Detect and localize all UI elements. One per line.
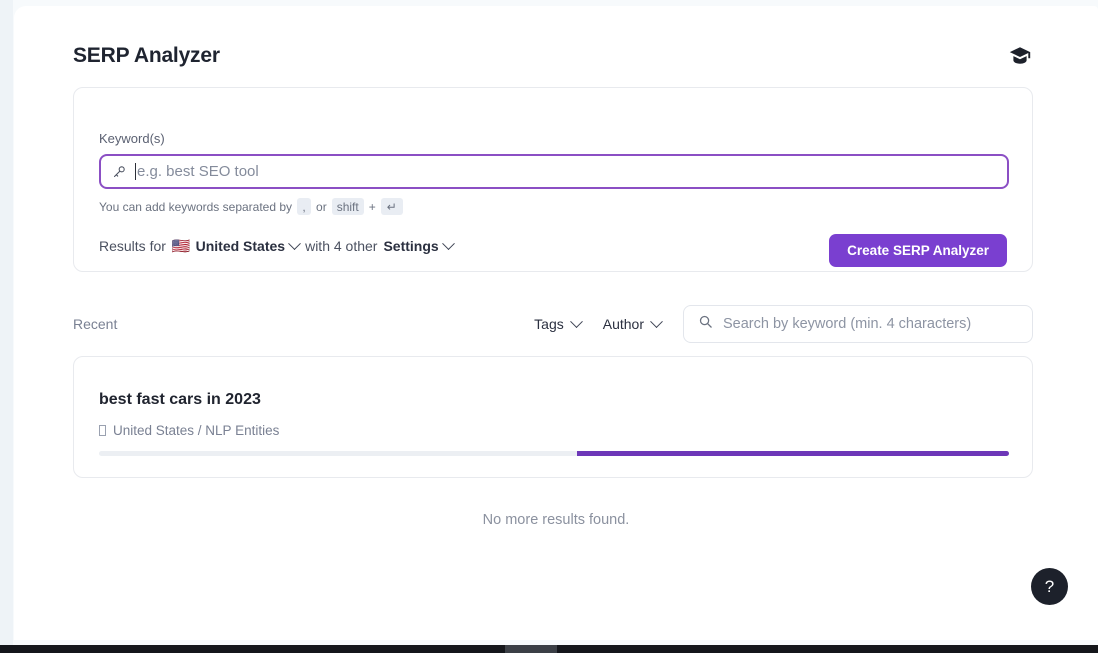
tags-filter-dropdown[interactable]: Tags [534,314,583,332]
keyword-field-label: Keyword(s) [99,131,165,146]
tags-filter-label: Tags [534,316,564,332]
us-flag-icon: 🇺🇸 [171,237,191,255]
country-selector[interactable]: 🇺🇸 United States [171,236,301,255]
result-card[interactable]: best fast cars in 2023 United States / N… [73,356,1033,478]
search-icon [698,314,713,334]
recent-label: Recent [73,316,118,332]
results-settings-row: Results for 🇺🇸 United States with 4 othe… [99,236,455,255]
search-input[interactable] [723,316,1018,332]
recent-toolbar: Recent Tags Author [73,303,1033,345]
result-title[interactable]: best fast cars in 2023 [99,391,261,409]
create-serp-analyzer-button[interactable]: Create SERP Analyzer [829,234,1007,267]
chevron-down-icon [288,236,301,250]
result-meta: United States / NLP Entities [99,423,279,438]
taskbar-segment [505,645,557,653]
settings-selector[interactable]: Settings [383,236,455,254]
progress-bar [99,451,1009,456]
chevron-down-icon [441,236,455,250]
text-caret [135,163,136,180]
results-for-label: Results for [99,238,166,254]
page-title: SERP Analyzer [73,44,220,67]
recent-controls: Tags Author [534,305,1033,343]
search-box[interactable] [683,305,1033,343]
kbd-shift: shift [331,198,364,215]
keyword-input[interactable] [137,163,997,180]
settings-label: Settings [383,238,439,254]
graduation-cap-icon[interactable] [1007,43,1033,69]
question-mark-icon: ? [1044,576,1055,596]
hint-conjunction: or [316,199,327,214]
app-window: SERP Analyzer Keyword(s) e.g. best SEO t… [14,6,1098,640]
page-header: SERP Analyzer [73,34,1033,78]
no-more-results-message: No more results found. [482,512,630,528]
page-content: SERP Analyzer Keyword(s) e.g. best SEO t… [14,6,1098,640]
help-button[interactable]: ? [1031,568,1068,605]
missing-glyph-icon [99,425,106,436]
key-icon [111,164,127,180]
hint-prefix: You can add keywords separated by [99,199,293,214]
result-meta-text: United States / NLP Entities [113,423,280,438]
chevron-down-icon [569,314,583,328]
country-name: United States [195,238,286,254]
keyword-input-wrapper[interactable] [99,154,1009,189]
kbd-enter: ↵ [380,198,403,215]
author-filter-label: Author [602,316,644,332]
create-serp-analyzer-panel: Keyword(s) You can add keywords separate… [73,87,1033,272]
author-filter-dropdown[interactable]: Author [602,314,663,332]
keyword-hint: You can add keywords separated by , or s… [99,198,403,215]
progress-bar-fill [576,451,1009,456]
os-taskbar [0,645,1098,653]
kbd-comma: , [297,198,312,215]
chevron-down-icon [650,314,663,328]
other-settings-count: with 4 other [305,238,378,254]
hint-plus: + [368,199,376,214]
